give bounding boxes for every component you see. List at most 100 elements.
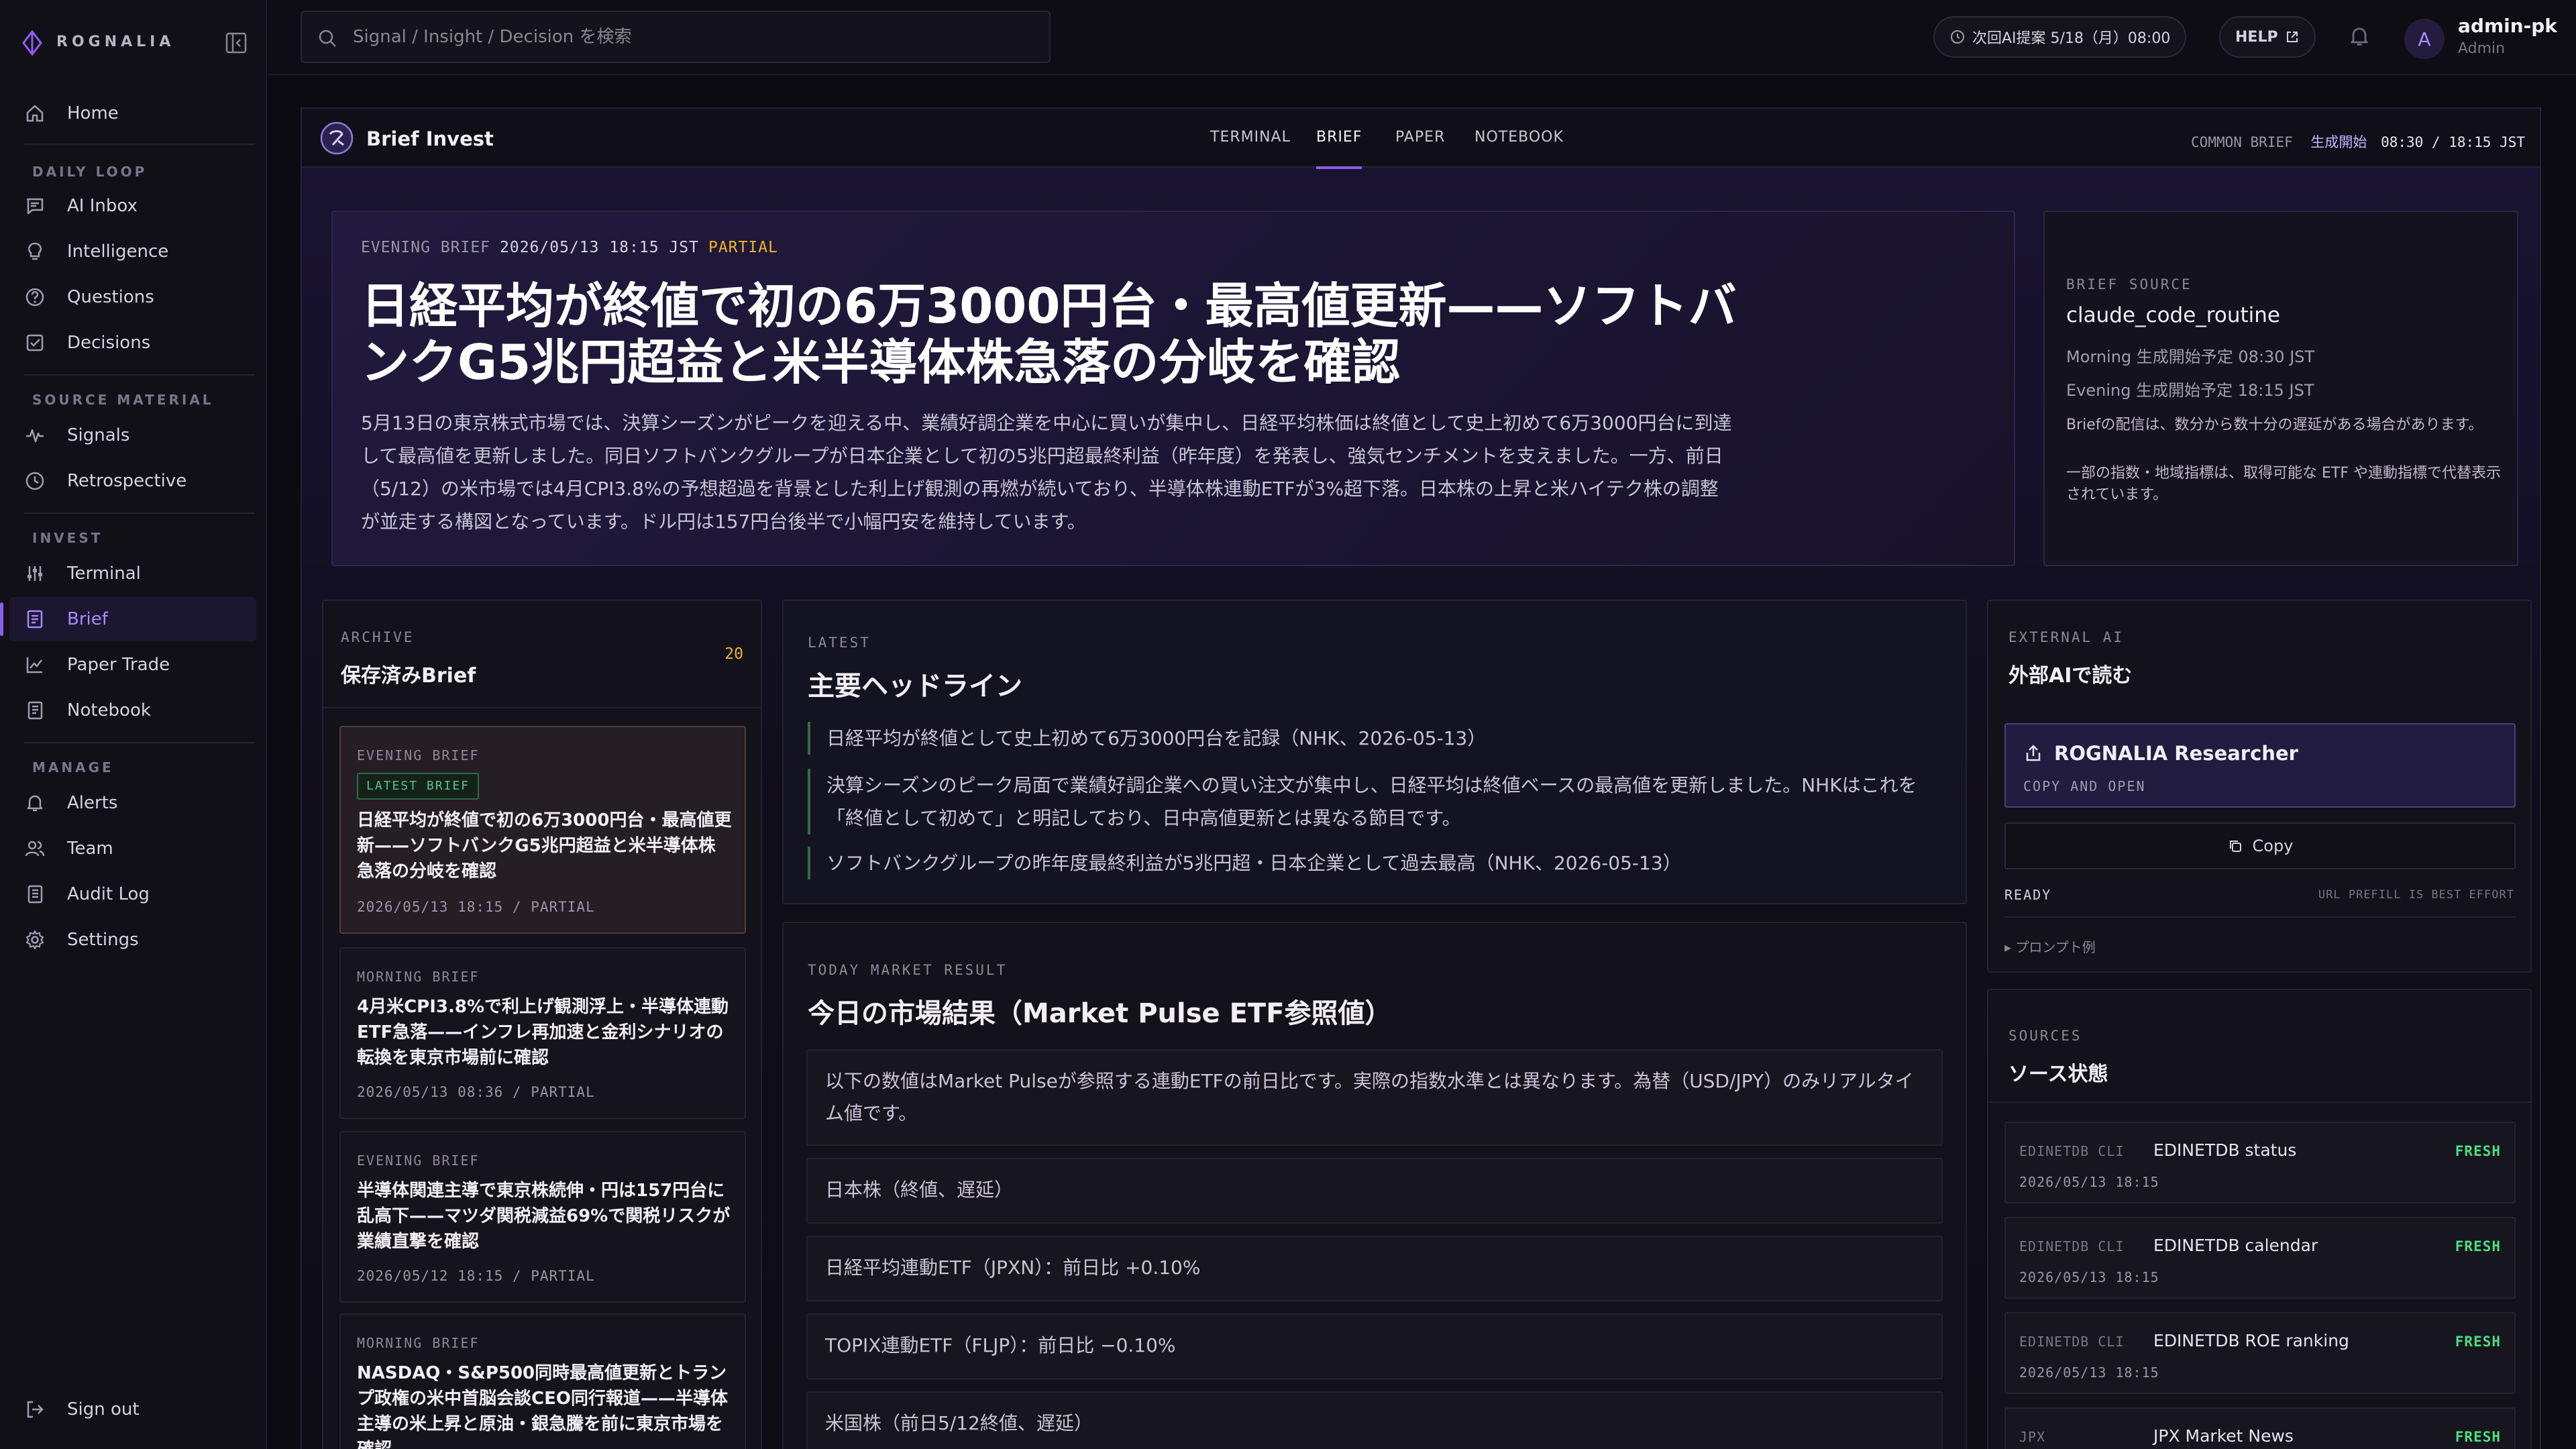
market-row: 日経平均連動ETF（JPXN）：前日比 +0.10% xyxy=(806,1236,1943,1301)
archive-item-kind: MORNING BRIEF xyxy=(357,1335,480,1351)
sidebar-item-label: Team xyxy=(67,839,113,859)
divider xyxy=(2004,916,2516,918)
bell-icon xyxy=(27,795,43,812)
question-icon xyxy=(25,288,44,307)
common-brief-schedule: COMMON BRIEF 生成開始 08:30 / 18:15 JST xyxy=(2191,131,2525,152)
ready-status: READY xyxy=(2004,887,2052,903)
sidebar-item-team[interactable]: Team xyxy=(9,826,256,871)
brief-date: 2026/05/13 18:15 JST xyxy=(500,239,699,256)
logo-icon xyxy=(22,30,42,56)
clock-icon xyxy=(25,472,44,490)
sidebar-item-audit-log[interactable]: Audit Log xyxy=(9,872,256,916)
divider xyxy=(323,707,761,708)
rognalia-researcher-button[interactable]: ROGNALIA Researcher COPY AND OPEN xyxy=(2004,723,2516,808)
morning-schedule: Morning 生成開始予定 08:30 JST xyxy=(2066,347,2315,366)
headline-item[interactable]: 決算シーズンのピーク局面で業績好調企業への買い注文が集中し、日経平均は終値ベース… xyxy=(808,769,1935,835)
source-row[interactable]: JPX JPX Market News FRESH xyxy=(2004,1407,2516,1449)
divider xyxy=(24,513,255,514)
copy-label: Copy xyxy=(2252,837,2294,855)
archive-item-kind: EVENING BRIEF xyxy=(357,1152,480,1169)
sidebar-item-home[interactable]: Home xyxy=(9,91,256,136)
copy-button[interactable]: Copy xyxy=(2004,822,2516,869)
divider xyxy=(24,742,255,743)
researcher-label: ROGNALIA Researcher xyxy=(2054,742,2298,765)
sidebar-item-brief[interactable]: Brief xyxy=(0,597,256,641)
archive-item[interactable]: EVENING BRIEF 半導体関連主導で東京株続伸・円は157円台に乱高下—… xyxy=(339,1131,746,1303)
source-kind: EDINETDB CLI xyxy=(2019,1238,2125,1254)
sidebar-item-alerts[interactable]: Alerts xyxy=(9,781,256,825)
collapse-sidebar-icon[interactable] xyxy=(223,30,250,56)
divider xyxy=(24,144,255,145)
tab-paper[interactable]: PAPER xyxy=(1395,109,1445,168)
divider xyxy=(24,374,255,376)
sidebar-item-ai-inbox[interactable]: AI Inbox xyxy=(9,184,256,228)
section-source-material: SOURCE MATERIAL xyxy=(32,392,214,408)
archive-item[interactable]: MORNING BRIEF NASDAQ・S&P500同時最高値更新とトランプ政… xyxy=(339,1313,746,1449)
avatar[interactable]: A xyxy=(2404,19,2445,59)
sidebar-item-label: Notebook xyxy=(67,700,151,720)
source-row[interactable]: EDINETDB CLI EDINETDB ROE ranking FRESH … xyxy=(2004,1312,2516,1394)
hero-meta: EVENING BRIEF 2026/05/13 18:15 JST PARTIAL xyxy=(361,239,778,256)
sidebar-item-label: Questions xyxy=(67,287,154,307)
headlines-caption: LATEST xyxy=(808,635,871,651)
user-role: Admin xyxy=(2458,40,2506,57)
tab-brief[interactable]: BRIEF xyxy=(1316,109,1362,169)
market-row: 日本株（終値、遅延） xyxy=(806,1158,1943,1224)
home-icon xyxy=(26,105,44,122)
sidebar-item-label: Brief xyxy=(67,609,108,629)
topbar: 次回AI提案 5/18（月）08:00 HELP A admin-pk Admi… xyxy=(268,0,2576,75)
market-note: 以下の数値はMarket Pulseが参照する連動ETFの前日比です。実際の指数… xyxy=(806,1049,1943,1146)
sidebar-item-label: AI Inbox xyxy=(67,196,138,216)
sidebar-item-questions[interactable]: Questions xyxy=(9,275,256,319)
sidebar-item-intelligence[interactable]: Intelligence xyxy=(9,229,256,274)
tab-terminal[interactable]: TERMINAL xyxy=(1210,109,1291,168)
sidebar-item-settings[interactable]: Settings xyxy=(9,918,256,962)
headlines-title: 主要ヘッドライン xyxy=(808,671,1022,702)
divider xyxy=(1988,1102,2530,1103)
clock-icon xyxy=(1951,30,1964,44)
sidebar-item-signals[interactable]: Signals xyxy=(9,413,256,458)
external-ai-caption: EXTERNAL AI xyxy=(2008,629,2125,645)
user-name: admin-pk xyxy=(2458,15,2557,37)
sidebar-item-paper-trade[interactable]: Paper Trade xyxy=(9,643,256,687)
archive-item[interactable]: EVENING BRIEF LATEST BRIEF 日経平均が終値で初の6万3… xyxy=(339,726,746,934)
brief-summary: 5月13日の東京株式市場では、決算シーズンがピークを迎える中、業績好調企業を中心… xyxy=(361,412,1732,533)
archive-item-title: 日経平均が終値で初の6万3000円台・最高値更新——ソフトバンクG5兆円超益と米… xyxy=(357,810,732,881)
sources-panel: SOURCES ソース状態 EDINETDB CLI EDINETDB stat… xyxy=(1987,989,2532,1449)
sidebar-item-notebook[interactable]: Notebook xyxy=(9,688,256,733)
sidebar-item-label: Decisions xyxy=(67,333,151,353)
source-status-badge: FRESH xyxy=(2455,1429,2501,1445)
sidebar-item-terminal[interactable]: Terminal xyxy=(9,551,256,596)
users-icon xyxy=(25,841,45,857)
sidebar-item-retrospective[interactable]: Retrospective xyxy=(9,459,256,503)
generation-times: 08:30 / 18:15 JST xyxy=(2381,134,2525,150)
search-box[interactable] xyxy=(301,11,1051,63)
brief-invest-logo-icon xyxy=(320,121,354,155)
next-ai-proposal-pill[interactable]: 次回AI提案 5/18（月）08:00 xyxy=(1933,16,2187,58)
source-row[interactable]: EDINETDB CLI EDINETDB calendar FRESH 202… xyxy=(2004,1217,2516,1299)
archive-count: 20 xyxy=(724,645,743,663)
source-row[interactable]: EDINETDB CLI EDINETDB status FRESH 2026/… xyxy=(2004,1122,2516,1203)
evening-schedule: Evening 生成開始予定 18:15 JST xyxy=(2066,381,2314,400)
page-title: 日経平均が終値で初の6万3000円台・最高値更新——ソフトバンクG5兆円超益と米… xyxy=(361,278,1737,390)
status-badge: PARTIAL xyxy=(708,239,778,256)
headline-item[interactable]: ソフトバンクグループの昨年度最終利益が5兆円超・日本企業として過去最高（NHK、… xyxy=(808,847,1935,879)
sign-out-label: Sign out xyxy=(67,1399,140,1419)
archive-title: 保存済みBrief xyxy=(341,664,476,688)
headline-item[interactable]: 日経平均が終値として史上初めて6万3000円台を記録（NHK、2026-05-1… xyxy=(808,722,1935,755)
prompt-example-toggle[interactable]: ▸ プロンプト例 xyxy=(2004,936,2096,956)
help-button[interactable]: HELP xyxy=(2219,16,2316,58)
search-input[interactable] xyxy=(353,12,1037,62)
source-status-badge: FRESH xyxy=(2455,1238,2501,1254)
archive-item-kind: EVENING BRIEF xyxy=(357,747,480,763)
tab-notebook[interactable]: NOTEBOOK xyxy=(1474,109,1564,168)
sidebar-item-label: Intelligence xyxy=(67,241,169,262)
sidebar-item-decisions[interactable]: Decisions xyxy=(9,321,256,365)
sign-out-button[interactable]: Sign out xyxy=(9,1387,256,1432)
archive-item[interactable]: MORNING BRIEF 4月米CPI3.8%で利上げ観測浮上・半導体連動ET… xyxy=(339,947,746,1119)
market-row: TOPIX連動ETF（FLJP）：前日比 −0.10% xyxy=(806,1313,1943,1379)
archive-item-kind: MORNING BRIEF xyxy=(357,969,480,985)
brief-source-value: claude_code_routine xyxy=(2066,303,2280,327)
notifications-bell-icon[interactable] xyxy=(2347,24,2371,48)
brand-name: Brief Invest xyxy=(366,127,494,150)
